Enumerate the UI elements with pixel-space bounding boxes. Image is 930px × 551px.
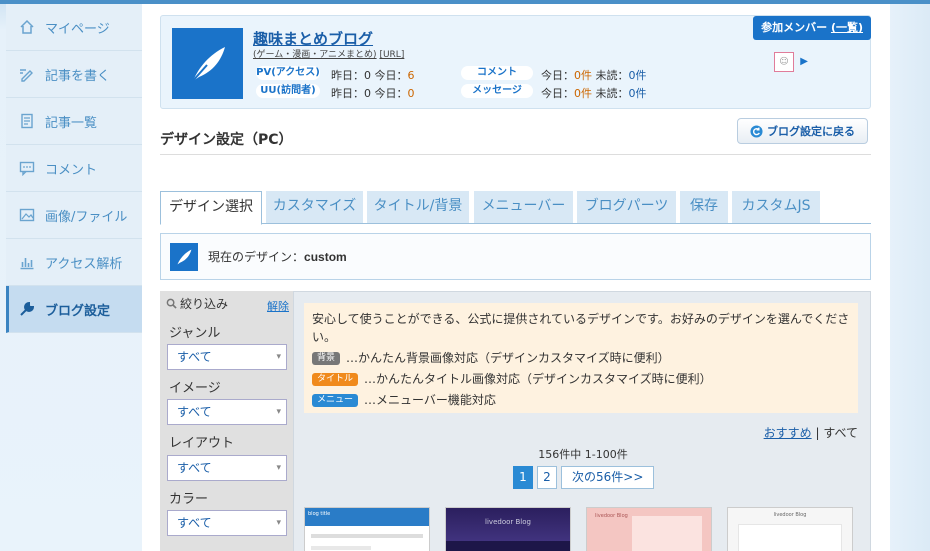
member-button[interactable]: 参加メンバー (一覧): [753, 16, 871, 40]
blog-url-link[interactable]: [URL]: [379, 50, 404, 60]
notice-text: 安心して使うことができる、公式に提供されているデザインです。お好みのデザインを選…: [312, 312, 850, 344]
blog-title-link[interactable]: 趣味まとめブログ: [253, 28, 373, 49]
back-button-label: ブログ設定に戻る: [767, 125, 855, 138]
message-unread-link[interactable]: 0件: [629, 87, 647, 100]
sidebar-item-articles[interactable]: 記事一覧: [6, 98, 142, 145]
filter-heading: 絞り込み: [166, 295, 228, 312]
sort-links: おすすめ | すべて: [763, 426, 858, 440]
comment-pill: コメント: [461, 66, 533, 80]
page-2-button[interactable]: 2: [537, 466, 557, 489]
design-thumbnail[interactable]: livedoor Blog: [445, 507, 571, 551]
tab-blog-parts[interactable]: ブログパーツ: [577, 191, 676, 223]
blog-category-link[interactable]: (ゲーム・漫画・アニメまとめ): [253, 50, 377, 60]
recommended-link[interactable]: おすすめ: [764, 426, 812, 440]
current-design-box: 現在のデザイン： custom: [160, 233, 871, 280]
image-icon: [18, 206, 36, 224]
sidebar-item-label: コメント: [45, 162, 98, 178]
tab-customize[interactable]: カスタマイズ: [266, 191, 363, 223]
filter-genre-select[interactable]: すべて: [167, 344, 287, 370]
document-icon: [18, 112, 36, 130]
filter-panel: 絞り込み 解除 ジャンル すべて イメージ すべて レイアウト すべて カラー …: [160, 291, 293, 551]
filter-genre-label: ジャンル: [169, 326, 221, 341]
pagination: 1 2 次の56件>>: [513, 466, 655, 489]
main-content: 趣味まとめブログ (ゲーム・漫画・アニメまとめ) [URL] PV(アクセス) …: [142, 4, 890, 551]
filter-color-label: カラー: [169, 492, 209, 507]
sidebar-item-label: 画像/ファイル: [45, 209, 128, 225]
filter-color-select[interactable]: すべて: [167, 510, 287, 536]
blog-category: (ゲーム・漫画・アニメまとめ) [URL]: [253, 47, 404, 60]
tab-custom-js[interactable]: カスタムJS: [732, 191, 820, 223]
uu-label: UU(訪問者): [256, 84, 320, 98]
filter-image-label: イメージ: [169, 381, 221, 396]
notice-row: 背景 …かんたん背景画像対応（デザインカスタマイズ時に便利）: [312, 349, 850, 367]
design-notice: 安心して使うことができる、公式に提供されているデザインです。お好みのデザインを選…: [304, 303, 858, 413]
sidebar-item-comments[interactable]: コメント: [6, 145, 142, 192]
blog-logo[interactable]: [172, 28, 243, 99]
menu-badge: メニュー: [312, 393, 359, 407]
comment-icon: [18, 159, 36, 177]
sidebar-item-blog-settings[interactable]: ブログ設定: [6, 286, 142, 333]
sidebar-item-label: マイページ: [45, 21, 110, 37]
blog-header: 趣味まとめブログ (ゲーム・漫画・アニメまとめ) [URL] PV(アクセス) …: [160, 15, 871, 109]
comment-stats: 今日：0件 未読：0件: [541, 69, 647, 82]
page-1-button[interactable]: 1: [513, 466, 533, 489]
tab-design-select[interactable]: デザイン選択: [160, 191, 262, 225]
pv-label: PV(アクセス): [256, 66, 320, 80]
design-thumbnails: blog title livedoor Blog livedoor Blog l…: [304, 507, 853, 551]
background-badge: 背景: [312, 351, 341, 365]
member-list-link[interactable]: (一覧): [831, 21, 863, 34]
sidebar-item-analytics[interactable]: アクセス解析: [6, 239, 142, 286]
tab-menubar[interactable]: メニューバー: [474, 191, 573, 223]
design-thumbnail[interactable]: livedoor Blog: [586, 507, 712, 551]
pencil-icon: [18, 65, 36, 83]
filter-layout-label: レイアウト: [169, 436, 235, 451]
back-arrow-icon: [750, 124, 763, 138]
comment-unread-link[interactable]: 0件: [629, 69, 647, 82]
notice-row: タイトル …かんたんタイトル画像対応（デザインカスタマイズ時に便利）: [312, 370, 850, 388]
message-stats: 今日：0件 未読：0件: [541, 87, 647, 100]
sidebar-item-label: ブログ設定: [45, 303, 111, 319]
page-right-margin: [890, 4, 930, 551]
home-icon: [18, 18, 36, 36]
sidebar-item-write[interactable]: 記事を書く: [6, 51, 142, 98]
current-design-thumbnail: [170, 242, 198, 271]
filter-image-select[interactable]: すべて: [167, 399, 287, 425]
feather-icon: [177, 249, 192, 264]
member-next-arrow-icon[interactable]: ▶: [800, 56, 808, 67]
wrench-icon: [18, 300, 36, 318]
sidebar-item-mypage[interactable]: マイページ: [6, 4, 142, 51]
design-list-panel: 安心して使うことができる、公式に提供されているデザインです。お好みのデザインを選…: [293, 291, 871, 551]
all-link[interactable]: すべて: [823, 426, 858, 440]
title-divider: [160, 154, 871, 155]
chart-icon: [18, 253, 36, 271]
design-thumbnail[interactable]: livedoor Blog: [727, 507, 853, 551]
sidebar-item-images[interactable]: 画像/ファイル: [6, 192, 142, 239]
page-title: デザイン設定（PC）: [160, 132, 293, 148]
result-count: 156件中 1-100件: [538, 448, 628, 461]
sidebar-item-label: アクセス解析: [45, 256, 123, 272]
member-label: 参加メンバー: [761, 21, 828, 34]
current-design-label: 現在のデザイン：: [208, 250, 305, 264]
feather-icon: [189, 46, 225, 84]
filter-reset-link[interactable]: 解除: [267, 298, 289, 314]
message-pill: メッセージ: [461, 84, 533, 98]
sidebar-item-label: 記事を書く: [45, 68, 111, 84]
tab-title-background[interactable]: タイトル/背景: [367, 191, 469, 223]
member-avatar[interactable]: ☺: [774, 52, 794, 72]
next-page-button[interactable]: 次の56件>>: [561, 466, 655, 489]
search-icon: [166, 298, 177, 309]
uu-stats: 昨日：0 今日：0: [331, 87, 415, 100]
tab-save[interactable]: 保存: [680, 191, 728, 223]
title-badge: タイトル: [312, 372, 359, 386]
back-to-blog-settings-button[interactable]: ブログ設定に戻る: [737, 118, 868, 144]
design-tabs: デザイン選択 カスタマイズ タイトル/背景 メニューバー ブログパーツ 保存 カ…: [160, 191, 871, 225]
filter-layout-select[interactable]: すべて: [167, 455, 287, 481]
pv-stats: 昨日：0 今日：6: [331, 69, 415, 82]
notice-row: メニュー …メニューバー機能対応: [312, 391, 850, 409]
current-design-value: custom: [304, 249, 347, 264]
design-thumbnail[interactable]: blog title: [304, 507, 430, 551]
sidebar: マイページ 記事を書く 記事一覧 コメント 画像/ファイル アクセス解析 ブログ…: [6, 4, 142, 551]
sidebar-item-label: 記事一覧: [45, 115, 98, 131]
